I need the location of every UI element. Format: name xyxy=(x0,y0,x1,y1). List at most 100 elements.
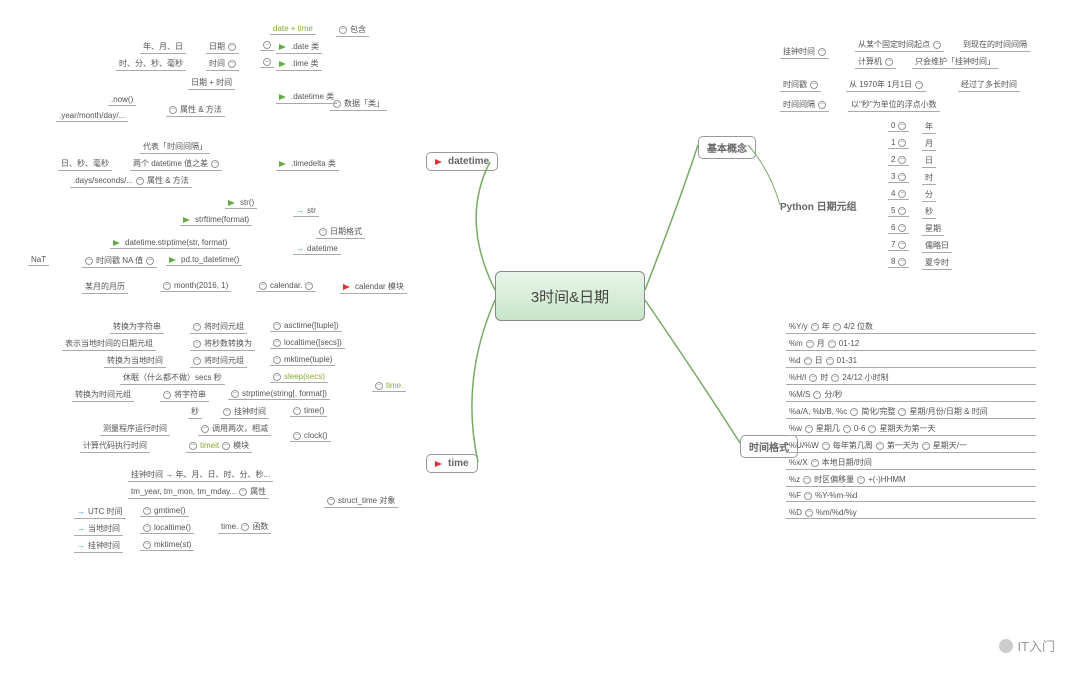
node-nat[interactable]: NaT xyxy=(28,254,49,266)
node-asctime-l1[interactable]: 转换为字符串 xyxy=(110,320,164,334)
node-pdto[interactable]: pd.to_datetime() xyxy=(166,254,242,266)
node-time-cls[interactable]: .time 类 xyxy=(276,57,322,71)
node-str-fn[interactable]: str() xyxy=(225,197,257,209)
node-localtime2[interactable]: localtime() xyxy=(140,522,194,534)
node-attrs1[interactable]: 属性 & 方法 xyxy=(166,103,225,117)
tuple-idx-4[interactable]: 4 xyxy=(888,188,909,200)
node-datetime-lbl[interactable]: 日期 + 时间 xyxy=(188,76,235,90)
node-delta-diff[interactable]: 两个 datetime 值之差 xyxy=(130,157,222,171)
node-local[interactable]: 当地时间 xyxy=(74,522,123,536)
node-calendar[interactable]: calendar 模块 xyxy=(340,280,407,294)
node-ymd-attr[interactable]: .year/month/day/... xyxy=(56,110,128,122)
tuple-idx-5[interactable]: 5 xyxy=(888,205,909,217)
node-time-l1[interactable]: 秒 xyxy=(188,405,202,419)
node-localtime-l1[interactable]: 表示当地时间的日期元组 xyxy=(62,337,156,351)
node-time-l2[interactable]: 挂钟时间 xyxy=(220,405,269,419)
node-strptime-l2[interactable]: 将字符串 xyxy=(160,388,209,402)
branch-concepts[interactable]: 基本概念 xyxy=(698,136,756,159)
node-cp-wallclock[interactable]: 挂钟时间 xyxy=(780,45,829,59)
tuple-val-6[interactable]: 星期 xyxy=(922,222,944,236)
branch-datetime[interactable]: datetime xyxy=(426,152,498,171)
tuple-idx-6[interactable]: 6 xyxy=(888,222,909,234)
node-monthcal[interactable]: 某月的月历 xyxy=(82,280,128,294)
fmt-row-8[interactable]: %x/X本地日期/时间 xyxy=(786,456,1036,470)
node-mktime2[interactable]: mktime(st) xyxy=(140,539,194,551)
node-localtime-l2[interactable]: 将秒数转换为 xyxy=(190,337,255,351)
branch-datetuple[interactable]: Python 日期元组 xyxy=(780,198,857,213)
node-ymd[interactable]: 年、月、日 xyxy=(140,40,186,54)
node-time-dot[interactable]: time.函数 xyxy=(218,520,271,534)
node-timeit[interactable]: timeit模块 xyxy=(186,439,252,453)
branch-time[interactable]: time xyxy=(426,454,478,473)
tuple-val-7[interactable]: 儒略日 xyxy=(922,239,952,253)
tuple-val-3[interactable]: 时 xyxy=(922,171,936,185)
node-timemod[interactable]: time. xyxy=(372,380,406,392)
tuple-idx-8[interactable]: 8 xyxy=(888,256,909,268)
node-mktime-l2[interactable]: 将时间元组 xyxy=(190,354,247,368)
node-datetime-cls[interactable]: .datetime 类 xyxy=(276,90,337,104)
node-mktime[interactable]: mktime(tuple) xyxy=(270,354,335,366)
tuple-val-1[interactable]: 月 xyxy=(922,137,936,151)
fmt-row-10[interactable]: %F%Y-%m-%d xyxy=(786,490,1036,502)
fmt-row-2[interactable]: %d日01-31 xyxy=(786,354,1036,368)
fmt-row-6[interactable]: %w星期几0-6星期天为第一天 xyxy=(786,422,1036,436)
fmt-row-7[interactable]: %U/%W每年第几周第一天为星期天/一 xyxy=(786,439,1036,453)
node-date-plus-time[interactable]: date + time xyxy=(270,23,316,35)
node-asctime[interactable]: asctime([tuple]) xyxy=(270,320,342,332)
node-date-lbl[interactable]: 日期 xyxy=(206,40,239,54)
node-gmtime[interactable]: gmtime() xyxy=(140,505,189,517)
node-clock[interactable]: clock() xyxy=(290,430,331,442)
node-to-dt[interactable]: datetime xyxy=(293,243,341,255)
node-to-str[interactable]: str xyxy=(293,205,319,217)
fmt-row-11[interactable]: %D%m/%d/%y xyxy=(786,507,1036,519)
node-localtime[interactable]: localtime([secs]) xyxy=(270,337,345,349)
tuple-idx-2[interactable]: 2 xyxy=(888,154,909,166)
node-tm-attrs[interactable]: tm_year, tm_mon, tm_mday...属性 xyxy=(128,485,269,499)
node-strptime2[interactable]: strptime(string[, format]) xyxy=(228,388,330,400)
node-asctime-l2[interactable]: 将时间元组 xyxy=(190,320,247,334)
node-struct[interactable]: struct_time 对象 xyxy=(324,494,398,508)
node-na[interactable]: 时间戳 NA 值 xyxy=(82,254,157,268)
node-mktime-l1[interactable]: 转换为当地时间 xyxy=(104,354,166,368)
node-clock-l2[interactable]: 调用两次，相减 xyxy=(198,422,271,436)
node-date-cls[interactable]: .date 类 xyxy=(276,40,322,54)
node-struct-l1[interactable]: 挂钟时间 → 年、月、日、时、分、秒... xyxy=(128,468,273,482)
node-cp-iv1[interactable]: 以"秒"为单位的浮点小数 xyxy=(848,98,940,112)
tuple-idx-3[interactable]: 3 xyxy=(888,171,909,183)
node-strptime-l1[interactable]: 转换为时间元组 xyxy=(72,388,134,402)
node-cp-wc4[interactable]: 只会维护「挂钟时间」 xyxy=(912,55,998,69)
node-cp-iv[interactable]: 时间间隔 xyxy=(780,98,829,112)
fmt-row-3[interactable]: %H/I时24/12 小时制 xyxy=(786,371,1036,385)
tuple-idx-1[interactable]: 1 xyxy=(888,137,909,149)
tuple-val-4[interactable]: 分 xyxy=(922,188,936,202)
node-cp-wc3[interactable]: 计算机 xyxy=(855,55,896,69)
tuple-val-0[interactable]: 年 xyxy=(922,120,936,134)
node-utc[interactable]: UTC 时间 xyxy=(74,505,126,519)
node-cp-wc1[interactable]: 从某个固定时间起点 xyxy=(855,38,944,52)
tuple-idx-0[interactable]: 0 xyxy=(888,120,909,132)
center-node[interactable]: 3时间&日期 xyxy=(495,271,645,321)
node-data-cls[interactable]: 数据「类」 xyxy=(330,97,387,111)
node-strftime[interactable]: strftime(format) xyxy=(180,214,252,226)
node-dhms[interactable]: 日、秒、毫秒 xyxy=(58,157,112,171)
node-contain[interactable]: 包含 xyxy=(336,23,369,37)
fmt-row-4[interactable]: %M/S分/秒 xyxy=(786,388,1036,402)
node-timedelta-cls[interactable]: .timedelta 类 xyxy=(276,157,339,171)
node-sleep[interactable]: sleep(secs) xyxy=(270,371,328,383)
node-clock-l1[interactable]: 测量程序运行时间 xyxy=(100,422,170,436)
node-cp-wc2[interactable]: 到现在的时间间隔 xyxy=(960,38,1030,52)
fmt-row-0[interactable]: %Y/y年4/2 位数 xyxy=(786,320,1036,334)
node-now[interactable]: .now() xyxy=(108,94,136,106)
node-strptime[interactable]: datetime.strptime(str, format) xyxy=(110,237,230,249)
fmt-row-9[interactable]: %z时区偏移量+(-)HHMM xyxy=(786,473,1036,487)
node-hms[interactable]: 时、分、秒、毫秒 xyxy=(116,57,186,71)
node-cp-ts[interactable]: 时间戳 xyxy=(780,78,821,92)
node-datefmt[interactable]: 日期格式 xyxy=(316,225,365,239)
fmt-row-1[interactable]: %m月01-12 xyxy=(786,337,1036,351)
node-sleep-l[interactable]: 休眠（什么都不做）secs 秒 xyxy=(120,371,225,385)
node-wallclock[interactable]: 挂钟时间 xyxy=(74,539,123,553)
node-calmod[interactable]: calendar. xyxy=(256,280,316,292)
node-month[interactable]: month(2016, 1) xyxy=(160,280,231,292)
node-cp-ts2[interactable]: 经过了多长时间 xyxy=(958,78,1020,92)
node-time-lbl[interactable]: 时间 xyxy=(206,57,239,71)
